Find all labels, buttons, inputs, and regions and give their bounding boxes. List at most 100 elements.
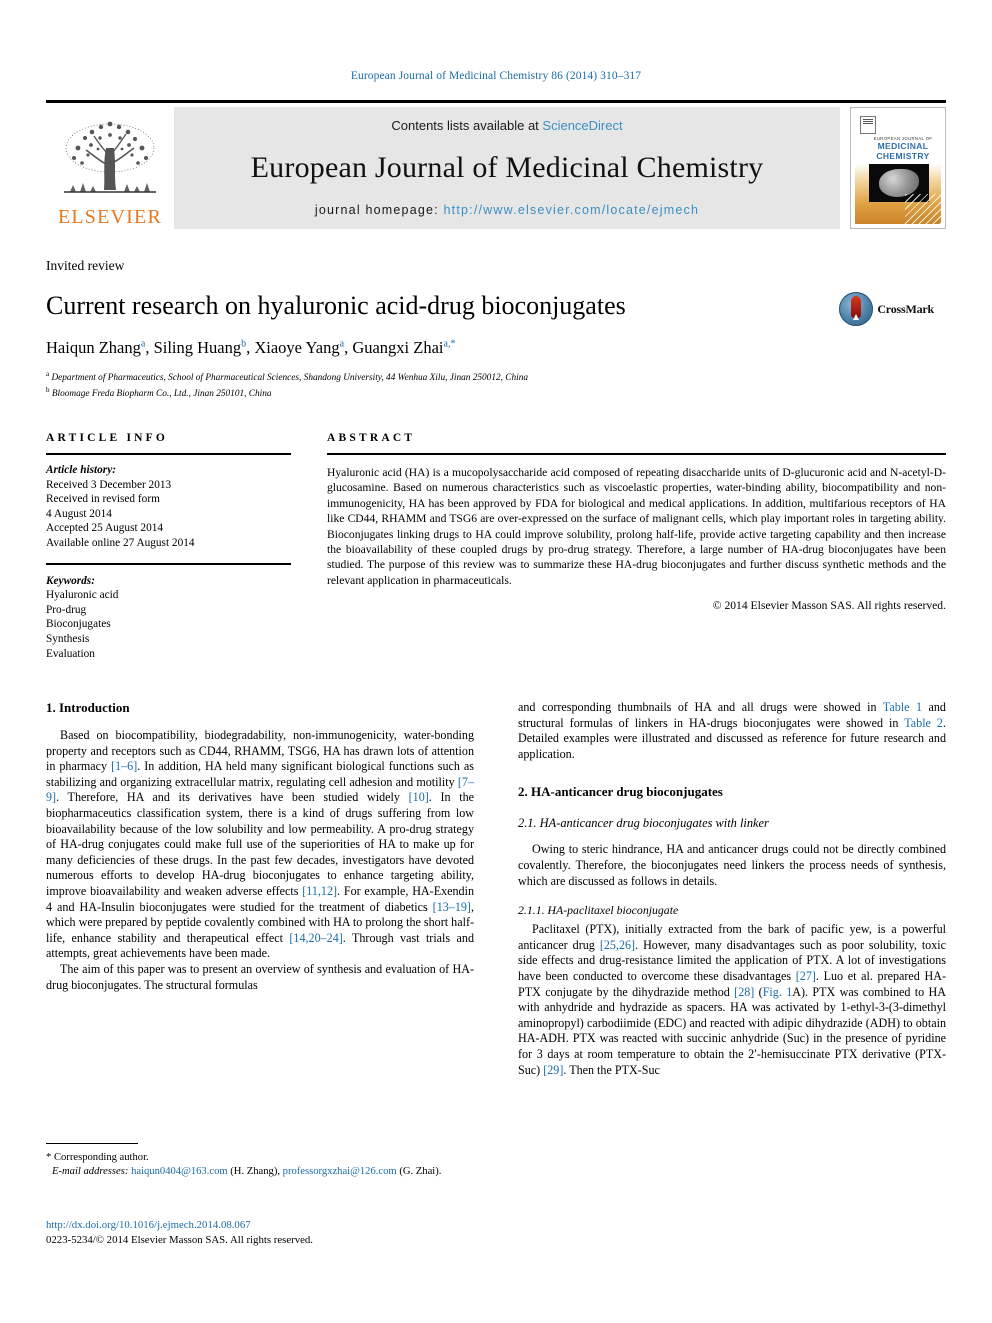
abstract-text: Hyaluronic acid (HA) is a mucopolysaccha… xyxy=(327,466,946,587)
contents-prefix: Contents lists available at xyxy=(391,118,543,133)
author-item: Guangxi Zhaia,* xyxy=(352,338,455,357)
article-header: Invited review Current research on hyalu… xyxy=(46,258,946,401)
author-affil-mark: a xyxy=(339,338,345,350)
subsection-heading-with-linker: 2.1. HA-anticancer drug bioconjugates wi… xyxy=(518,816,769,831)
email-addresses-note: E-mail addresses: haiqun0404@163.com (H.… xyxy=(46,1165,474,1179)
citation-link[interactable]: Fig. 1 xyxy=(763,985,793,999)
email-link-1[interactable]: haiqun0404@163.com xyxy=(131,1166,228,1177)
author-item: Xiaoye Yanga xyxy=(254,338,344,357)
crossmark-label: CrossMark xyxy=(877,301,934,316)
citation-link[interactable]: [29] xyxy=(543,1063,563,1077)
keywords-label: Keywords: xyxy=(46,574,95,587)
body-left-column: 1. Introduction Based on biocompatibilit… xyxy=(46,700,474,1078)
author-list: Haiqun Zhanga, Siling Huangb, Xiaoye Yan… xyxy=(46,337,456,357)
affiliation-mark: b xyxy=(46,386,50,395)
paper-page: European Journal of Medicinal Chemistry … xyxy=(0,0,992,1323)
contents-available-line: Contents lists available at ScienceDirec… xyxy=(391,118,622,133)
citation-link[interactable]: [10] xyxy=(409,790,429,804)
affiliation-mark: a xyxy=(46,369,50,378)
citation-link[interactable]: [27] xyxy=(796,969,816,983)
affiliation-item: a Department of Pharmaceutics, School of… xyxy=(46,368,946,385)
citation-link[interactable]: [13–19] xyxy=(433,900,471,914)
paragraph-text: . Then the PTX-Suc xyxy=(563,1062,660,1077)
history-item: Received in revised form xyxy=(46,493,160,506)
cover-title-line2: CHEMISTRY xyxy=(876,150,930,161)
elsevier-wordmark: ELSEVIER xyxy=(57,206,163,228)
author-affil-mark: b xyxy=(241,338,247,350)
paragraph-intro-continued: and corresponding thumbnails of HA and a… xyxy=(518,700,946,762)
running-head: European Journal of Medicinal Chemistry … xyxy=(350,70,642,82)
cover-stripes-decoration xyxy=(905,194,941,224)
abstract-copyright: © 2014 Elsevier Masson SAS. All rights r… xyxy=(712,599,946,613)
footnote-block: * Corresponding author. E-mail addresses… xyxy=(46,1143,474,1179)
doi-link[interactable]: http://dx.doi.org/10.1016/j.ejmech.2014.… xyxy=(46,1218,506,1233)
author-name: Siling Huang xyxy=(153,337,242,357)
paragraph-paclitaxel: Paclitaxel (PTX), initially extracted fr… xyxy=(518,922,946,1078)
article-history-block: Article history: Received 3 December 201… xyxy=(46,463,291,551)
section-heading-introduction: 1. Introduction xyxy=(46,700,130,715)
homepage-url-link[interactable]: http://www.elsevier.com/locate/ejmech xyxy=(444,203,700,217)
citation-link[interactable]: [25,26] xyxy=(600,938,635,952)
paragraph-intro-2: The aim of this paper was to present an … xyxy=(46,961,474,992)
citation-link[interactable]: Table 2 xyxy=(904,716,943,730)
journal-homepage-line: journal homepage: http://www.elsevier.co… xyxy=(315,203,699,217)
homepage-label: journal homepage: xyxy=(314,203,444,217)
issn-copyright-line: 0223-5234/© 2014 Elsevier Masson SAS. Al… xyxy=(46,1234,314,1246)
author-name: Guangxi Zhai xyxy=(352,337,444,357)
elsevier-logo: ELSEVIER xyxy=(46,107,174,229)
affiliation-text: Department of Pharmaceutics, School of P… xyxy=(51,372,529,383)
article-type-label: Invited review xyxy=(46,258,125,273)
citation-link[interactable]: [11,12] xyxy=(302,884,337,898)
paragraph-text: and corresponding thumbnails of HA and a… xyxy=(518,700,883,714)
keyword-item: Evaluation xyxy=(46,647,95,660)
cover-elsevier-mark-icon xyxy=(860,116,876,134)
affiliation-text: Bloomage Freda Biopharm Co., Ltd., Jinan… xyxy=(51,389,272,400)
cover-title-line1: MEDICINAL xyxy=(877,141,929,151)
history-item: Available online 27 August 2014 xyxy=(46,536,195,549)
email-owner-2: (G. Zhai). xyxy=(399,1166,442,1177)
info-abstract-band: ARTICLE INFO Article history: Received 3… xyxy=(46,432,946,661)
citation-link[interactable]: Table 1 xyxy=(883,700,922,714)
keywords-block: Keywords: Hyaluronic acid Pro-drug Bioco… xyxy=(46,574,291,662)
abstract-rule xyxy=(327,453,946,455)
footnote-rule xyxy=(46,1143,138,1144)
subsubsection-heading-paclitaxel: 2.1.1. HA-paclitaxel bioconjugate xyxy=(518,903,679,918)
article-info-heading: ARTICLE INFO xyxy=(46,432,169,444)
masthead-top-rule xyxy=(46,100,946,103)
citation-link[interactable]: [14,20–24] xyxy=(289,931,342,945)
affiliation-list: a Department of Pharmaceutics, School of… xyxy=(46,368,946,401)
elsevier-tree-icon xyxy=(64,121,156,193)
author-name: Haiqun Zhang xyxy=(46,337,141,357)
article-info-column: ARTICLE INFO Article history: Received 3… xyxy=(46,432,291,661)
corresponding-author-note: * Corresponding author. xyxy=(46,1152,149,1163)
sciencedirect-link[interactable]: ScienceDirect xyxy=(542,118,622,133)
keyword-item: Bioconjugates xyxy=(46,618,111,631)
history-item: Received 3 December 2013 xyxy=(46,478,172,491)
crossmark-icon xyxy=(839,292,874,326)
paragraph-intro-1: Based on biocompatibility, biodegradabil… xyxy=(46,728,474,962)
abstract-column: ABSTRACT Hyaluronic acid (HA) is a mucop… xyxy=(327,432,946,661)
history-item: Accepted 25 August 2014 xyxy=(46,522,164,535)
citation-link[interactable]: [1–6] xyxy=(111,759,137,773)
journal-cover-thumbnail: EUROPEAN JOURNAL OF MEDICINAL CHEMISTRY xyxy=(850,107,946,229)
doi-block: http://dx.doi.org/10.1016/j.ejmech.2014.… xyxy=(46,1218,506,1248)
article-info-rule xyxy=(46,453,291,455)
cover-title: MEDICINAL CHEMISTRY xyxy=(869,141,937,161)
author-item: Haiqun Zhanga xyxy=(46,338,145,357)
email-owner-1: (H. Zhang), xyxy=(230,1166,280,1177)
email-link-2[interactable]: professorgxzhai@126.com xyxy=(283,1166,397,1177)
keyword-item: Synthesis xyxy=(46,632,90,645)
body-right-column: and corresponding thumbnails of HA and a… xyxy=(518,700,946,1078)
article-history-label: Article history: xyxy=(46,464,116,476)
paragraph-text: ( xyxy=(754,984,763,999)
citation-link[interactable]: [28] xyxy=(734,985,754,999)
crossmark-badge[interactable]: CrossMark xyxy=(839,292,934,326)
author-affil-mark: a xyxy=(140,338,146,350)
history-item: 4 August 2014 xyxy=(46,507,112,520)
body-columns: 1. Introduction Based on biocompatibilit… xyxy=(46,700,946,1078)
author-item: Siling Huangb xyxy=(154,338,247,357)
keyword-item: Pro-drug xyxy=(46,603,87,616)
keywords-rule xyxy=(46,562,291,565)
author-affil-mark: a,* xyxy=(443,338,456,350)
keyword-item: Hyaluronic acid xyxy=(46,589,119,602)
